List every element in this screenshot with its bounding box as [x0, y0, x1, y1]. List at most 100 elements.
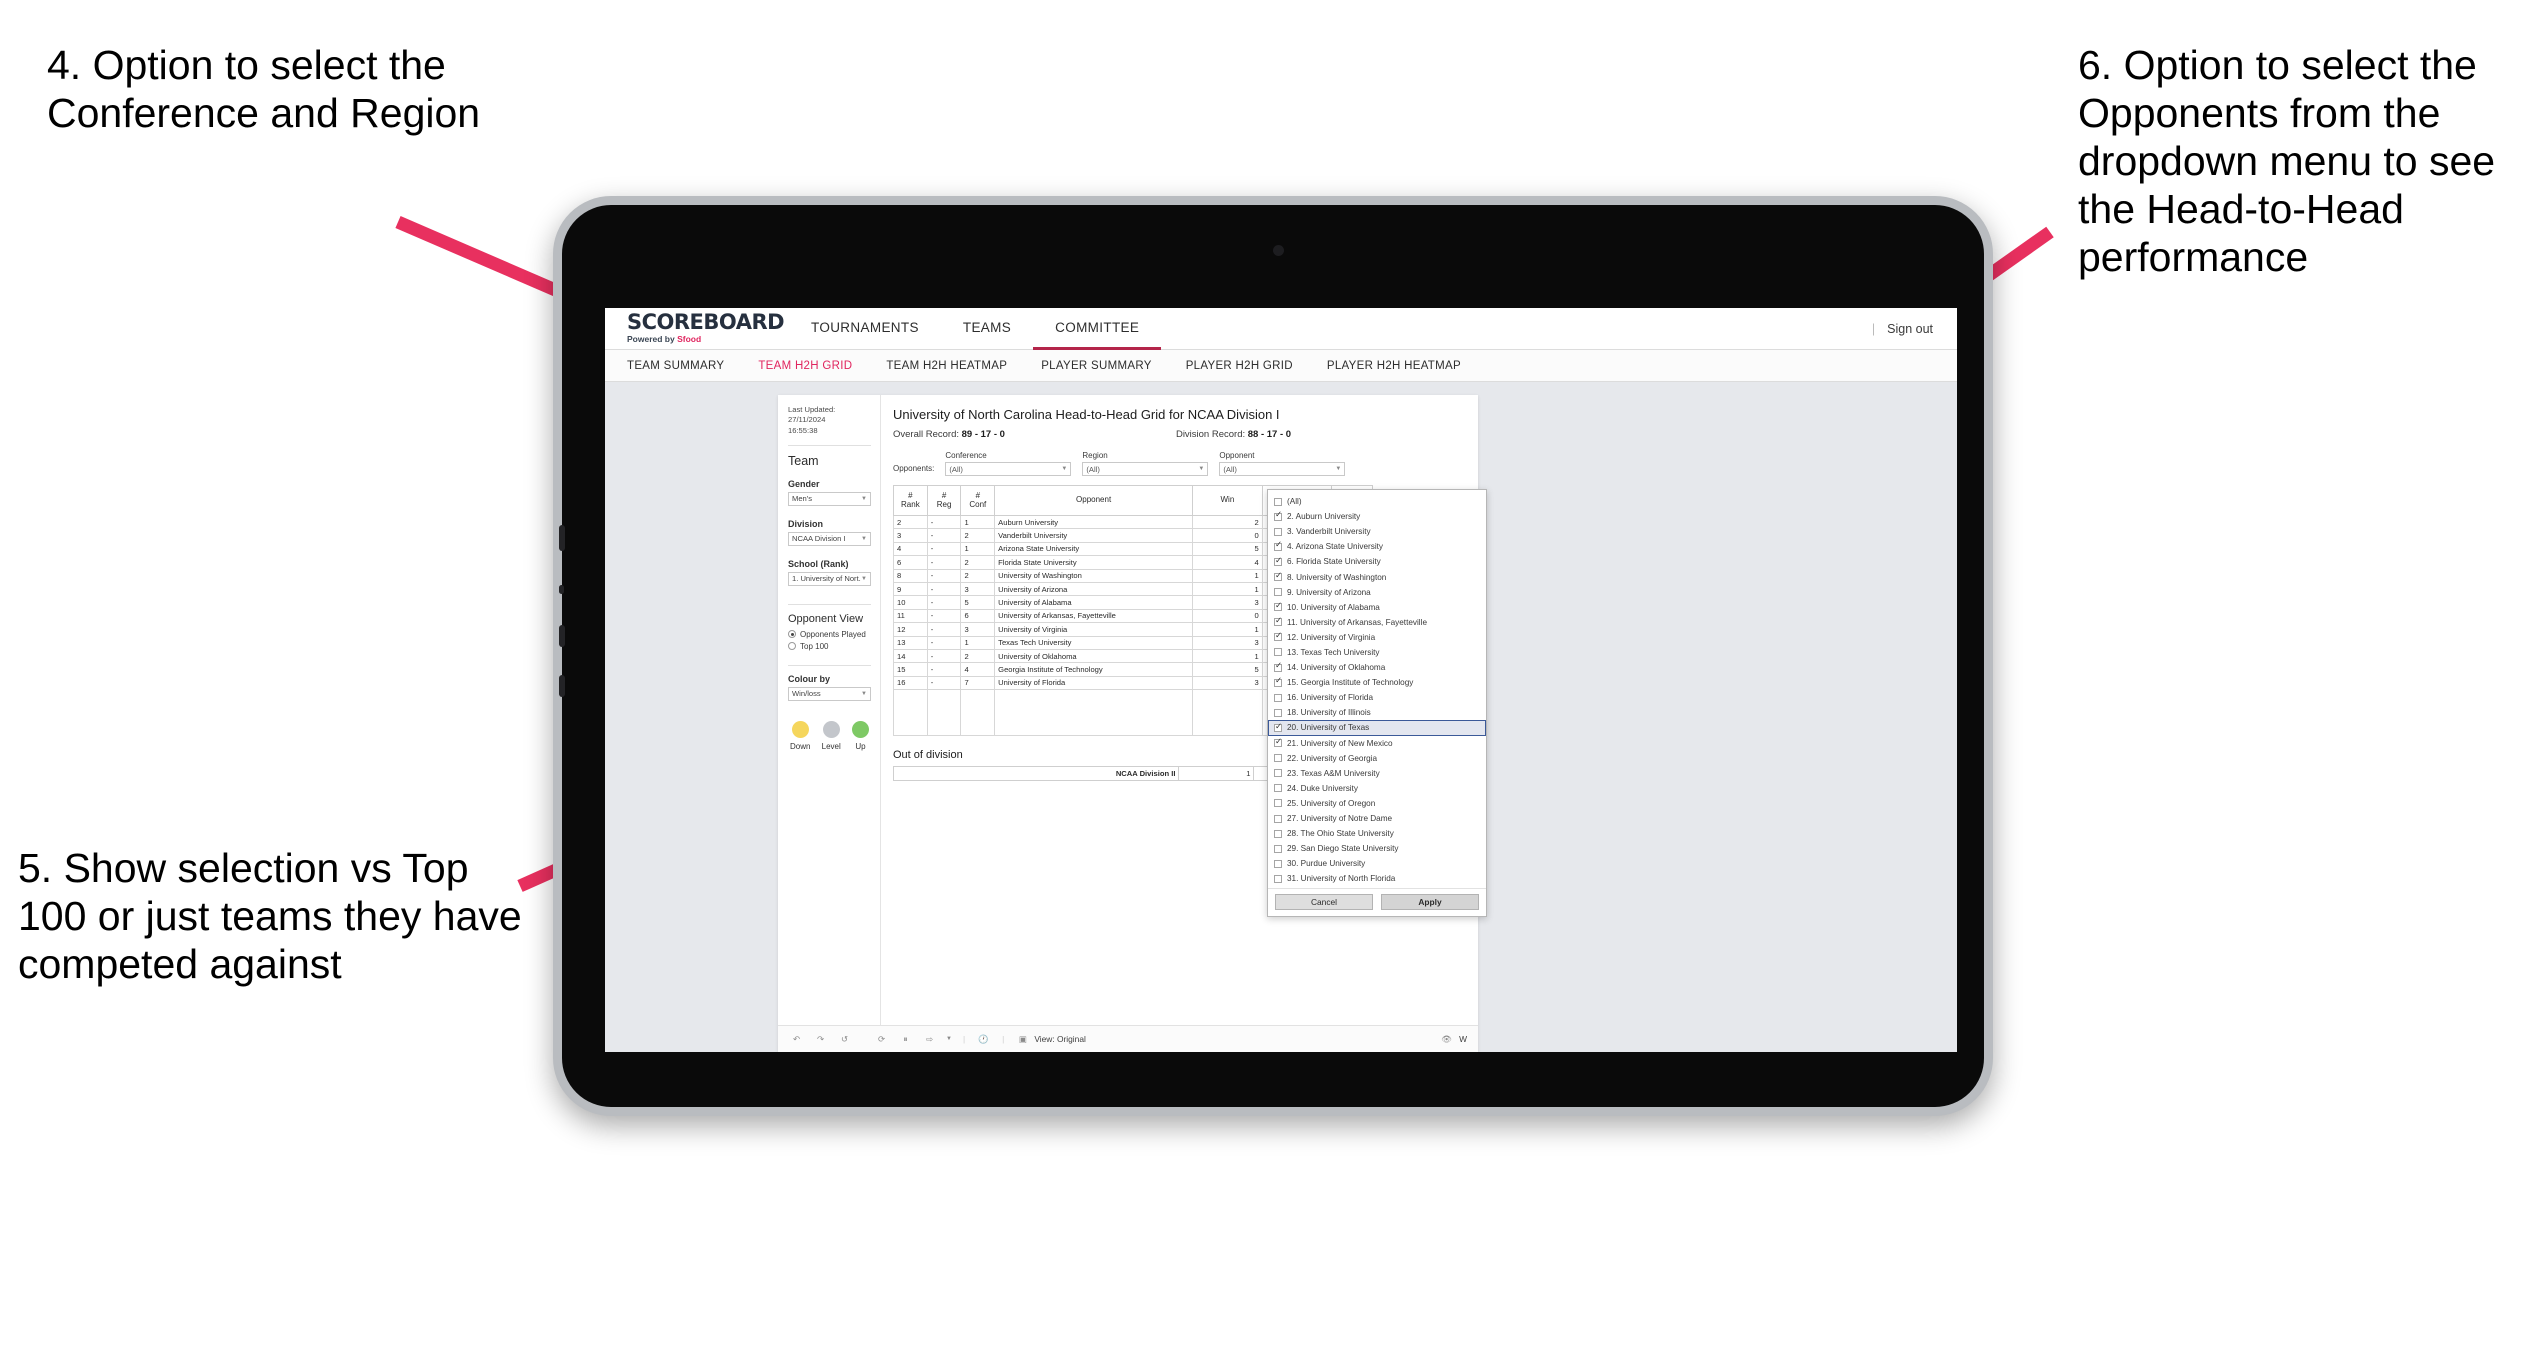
pause-icon[interactable]: ⏸ [898, 1032, 913, 1047]
dropdown-option[interactable]: 4. Arizona State University [1268, 539, 1486, 554]
legend-item-up: Up [851, 720, 869, 751]
dropdown-option[interactable]: 22. University of Georgia [1268, 751, 1486, 766]
checkbox-icon[interactable] [1274, 571, 1282, 582]
dropdown-option[interactable]: (All) [1268, 494, 1486, 509]
revert-icon[interactable]: ↺ [837, 1032, 852, 1047]
apply-button[interactable]: Apply [1381, 894, 1479, 911]
undo-icon[interactable]: ↶ [789, 1032, 804, 1047]
checkbox-icon[interactable] [1274, 497, 1282, 506]
divider [788, 444, 871, 446]
checkbox-icon[interactable] [1274, 874, 1282, 883]
checkbox-icon[interactable] [1274, 844, 1282, 853]
dropdown-option[interactable]: 23. Texas A&M University [1268, 766, 1486, 781]
colour-by-select[interactable]: Win/loss ▼ [788, 686, 871, 701]
radio-icon [788, 630, 796, 639]
dropdown-option-label: 3. Vanderbilt University [1287, 527, 1371, 537]
checkbox-icon[interactable] [1274, 676, 1282, 687]
dropdown-option[interactable]: 24. Duke University [1268, 781, 1486, 796]
col-win[interactable]: Win [1192, 485, 1263, 516]
dropdown-option[interactable]: 11. University of Arkansas, Fayetteville [1268, 615, 1486, 630]
checkbox-icon[interactable] [1274, 769, 1282, 778]
dropdown-option[interactable]: 30. Purdue University [1268, 856, 1486, 871]
col-conf[interactable]: # Conf [960, 485, 996, 516]
topnav-tournaments[interactable]: TOURNAMENTS [789, 308, 941, 350]
dropdown-option[interactable]: 28. The Ohio State University [1268, 826, 1486, 841]
topnav-teams[interactable]: TEAMS [941, 308, 1033, 350]
subnav-team-h2h-heatmap[interactable]: TEAM H2H HEATMAP [886, 360, 1007, 372]
checkbox-icon[interactable] [1274, 859, 1282, 868]
checkbox-icon[interactable] [1274, 799, 1282, 808]
cell-reg: - [926, 608, 962, 624]
checkbox-icon[interactable] [1274, 784, 1282, 793]
chevron-down-icon[interactable]: ▼ [946, 1036, 952, 1042]
dropdown-option[interactable]: 20. University of Texas [1268, 720, 1486, 736]
conference-select[interactable]: (All) ▼ [945, 462, 1072, 476]
subnav-team-summary[interactable]: TEAM SUMMARY [627, 360, 724, 372]
checkbox-icon[interactable] [1274, 510, 1282, 521]
region-select[interactable]: (All) ▼ [1082, 462, 1209, 476]
checkbox-icon[interactable] [1274, 616, 1282, 627]
subnav-player-h2h-heatmap[interactable]: PLAYER H2H HEATMAP [1327, 360, 1461, 372]
checkbox-icon[interactable] [1274, 540, 1282, 551]
checkbox-icon[interactable] [1274, 601, 1282, 612]
checkbox-icon[interactable] [1274, 754, 1282, 763]
brand-logo[interactable]: SCOREBOARD Powered by Sfood [627, 312, 785, 344]
dropdown-option[interactable]: 14. University of Oklahoma [1268, 660, 1486, 675]
dropdown-option[interactable]: 31. University of North Florida [1268, 871, 1486, 886]
checkbox-icon[interactable] [1274, 588, 1282, 597]
dropdown-option[interactable]: 6. Florida State University [1268, 554, 1486, 569]
checkbox-icon[interactable] [1274, 737, 1282, 748]
checkbox-icon[interactable] [1274, 661, 1282, 672]
checkbox-icon[interactable] [1274, 631, 1282, 642]
checkbox-icon[interactable] [1274, 556, 1282, 566]
refresh-icon[interactable]: ⟳ [874, 1032, 889, 1047]
checkbox-icon[interactable] [1274, 527, 1282, 536]
dropdown-option[interactable]: 25. University of Oregon [1268, 796, 1486, 811]
redo-icon[interactable]: ↷ [813, 1032, 828, 1047]
checkbox-icon[interactable] [1274, 829, 1282, 838]
share-icon[interactable]: ⇨ [922, 1032, 937, 1047]
dropdown-option[interactable]: 9. University of Arizona [1268, 585, 1486, 600]
radio-opponents-played[interactable]: Opponents Played [788, 630, 871, 639]
dropdown-option[interactable]: 29. San Diego State University [1268, 841, 1486, 856]
division-select[interactable]: NCAA Division I ▼ [788, 531, 871, 546]
checkbox-icon[interactable] [1274, 693, 1282, 702]
dropdown-option[interactable]: 10. University of Alabama [1268, 600, 1486, 615]
subnav-player-h2h-grid[interactable]: PLAYER H2H GRID [1186, 360, 1293, 372]
gender-select[interactable]: Men's ▼ [788, 491, 871, 506]
checkbox-icon[interactable] [1274, 722, 1282, 732]
dropdown-option-label: 31. University of North Florida [1287, 874, 1396, 884]
view-label: View: Original [1034, 1034, 1086, 1044]
clock-icon[interactable]: 🕐 [976, 1032, 991, 1047]
checkbox-icon[interactable] [1274, 708, 1282, 717]
cell-conf: 2 [960, 648, 996, 664]
dropdown-option[interactable]: 27. University of Notre Dame [1268, 811, 1486, 826]
dropdown-option[interactable]: 13. Texas Tech University [1268, 645, 1486, 660]
col-opponent[interactable]: Opponent [994, 485, 1194, 516]
opponent-dropdown-menu[interactable]: (All) 2. Auburn University 3. Vanderbilt U… [1267, 489, 1487, 918]
dropdown-option[interactable]: 12. University of Virginia [1268, 630, 1486, 645]
topnav-committee[interactable]: COMMITTEE [1033, 308, 1162, 350]
view-button[interactable]: ▣ View: Original [1015, 1032, 1086, 1047]
col-reg[interactable]: # Reg [926, 485, 962, 516]
cancel-button[interactable]: Cancel [1275, 894, 1373, 911]
legend-item-down: Down [790, 720, 810, 751]
school-select[interactable]: 1. University of Nort... ▼ [788, 571, 871, 586]
dropdown-option[interactable]: 21. University of New Mexico [1268, 736, 1486, 751]
dropdown-option[interactable]: 3. Vanderbilt University [1268, 524, 1486, 539]
nav-separator: | [1871, 321, 1876, 336]
opponent-select[interactable]: (All) ▼ [1219, 462, 1346, 476]
watch-button[interactable]: 👁 W [1439, 1032, 1467, 1047]
dropdown-option[interactable]: 2. Auburn University [1268, 509, 1486, 524]
dropdown-option[interactable]: 18. University of Illinois [1268, 705, 1486, 720]
dropdown-option[interactable]: 15. Georgia Institute of Technology [1268, 675, 1486, 690]
dropdown-option[interactable]: 16. University of Florida [1268, 690, 1486, 705]
subnav-player-summary[interactable]: PLAYER SUMMARY [1041, 360, 1152, 372]
signout-link[interactable]: Sign out [1887, 322, 1933, 336]
checkbox-icon[interactable] [1274, 648, 1282, 657]
dropdown-option[interactable]: 8. University of Washington [1268, 569, 1486, 584]
subnav-team-h2h-grid[interactable]: TEAM H2H GRID [758, 360, 852, 372]
checkbox-icon[interactable] [1274, 814, 1282, 823]
col-rank[interactable]: # Rank [893, 485, 928, 516]
radio-top-100[interactable]: Top 100 [788, 642, 871, 651]
